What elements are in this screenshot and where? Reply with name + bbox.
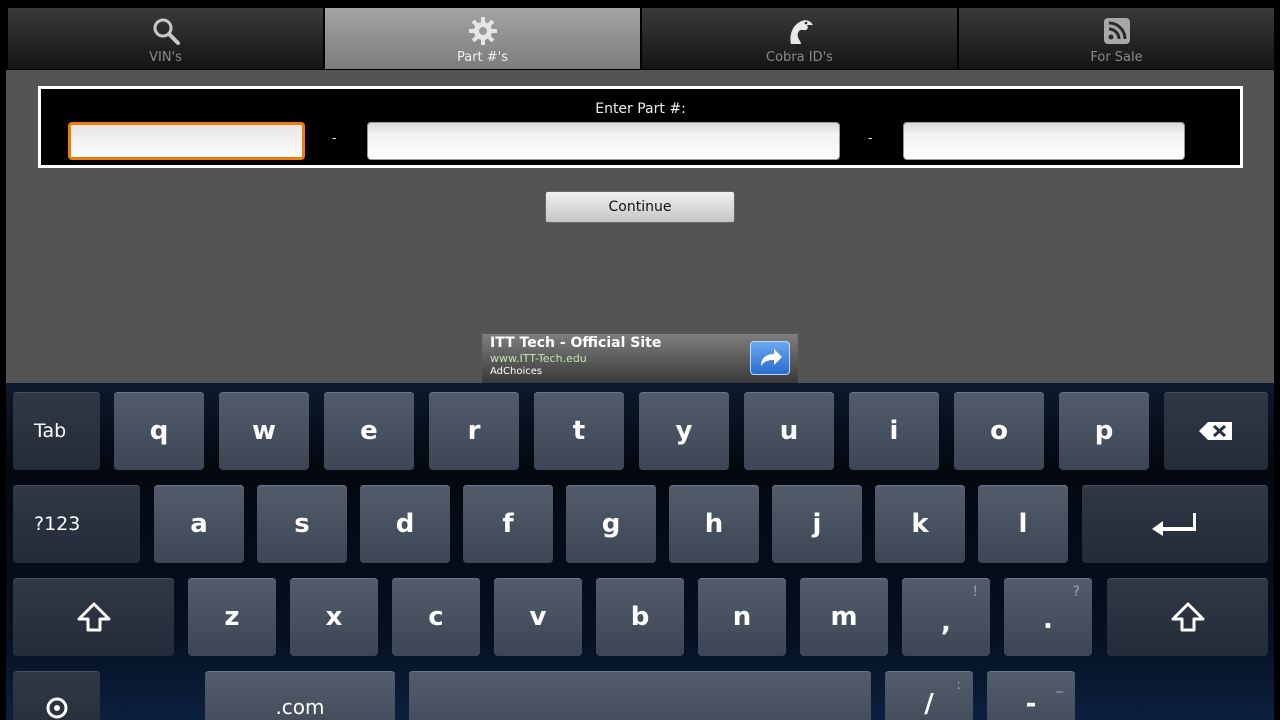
key-s[interactable]: s [257, 485, 347, 563]
main-content: Enter Part #: - - Continue ITT Tech - Of… [6, 70, 1274, 383]
separator-dash: - [868, 131, 873, 145]
key-slash-label: / [924, 689, 934, 719]
key-r[interactable]: r [429, 392, 519, 470]
key-j[interactable]: j [772, 485, 862, 563]
key-e[interactable]: e [324, 392, 414, 470]
key-symbols[interactable]: ?123 [13, 485, 140, 563]
tab-label: Cobra ID's [766, 50, 833, 65]
key-settings[interactable] [13, 671, 100, 720]
search-icon [153, 18, 180, 45]
key-shift-left[interactable] [13, 578, 174, 656]
tab-label: For Sale [1090, 50, 1143, 65]
key-i[interactable]: i [849, 392, 939, 470]
continue-button[interactable]: Continue [545, 191, 735, 223]
entry-label: Enter Part #: [595, 101, 686, 117]
key-slash-hint: : [956, 677, 961, 693]
key-dash-label: - [1025, 689, 1037, 719]
key-tab[interactable]: Tab [13, 392, 100, 470]
part-number-field-1[interactable] [68, 122, 305, 160]
ad-open-button[interactable] [750, 341, 790, 375]
key-f[interactable]: f [463, 485, 553, 563]
ad-url: www.ITT-Tech.edu [490, 352, 587, 365]
key-x[interactable]: x [290, 578, 378, 656]
key-m[interactable]: m [800, 578, 888, 656]
key-g[interactable]: g [566, 485, 656, 563]
key-z[interactable]: z [188, 578, 276, 656]
key-period-label: . [1043, 605, 1053, 635]
key-period[interactable]: . ? [1004, 578, 1092, 656]
key-h[interactable]: h [669, 485, 759, 563]
ad-choices-link[interactable]: AdChoices [490, 366, 542, 377]
key-o[interactable]: o [954, 392, 1044, 470]
key-l[interactable]: l [978, 485, 1068, 563]
shift-icon [1171, 602, 1204, 632]
key-n[interactable]: n [698, 578, 786, 656]
key-slash[interactable]: / : [885, 671, 973, 720]
key-p[interactable]: p [1059, 392, 1149, 470]
gear-icon [468, 17, 497, 45]
tab-label: VIN's [149, 50, 182, 65]
backspace-icon [1199, 422, 1232, 440]
share-arrow-icon [761, 349, 782, 366]
tab-for-sale[interactable]: For Sale [959, 8, 1274, 69]
key-d[interactable]: d [360, 485, 450, 563]
key-enter[interactable] [1082, 485, 1268, 563]
key-dash[interactable]: - _ [987, 671, 1075, 720]
key-a[interactable]: a [154, 485, 244, 563]
on-screen-keyboard: Tab q w e r t y u i o p ?123 a s d f g h… [6, 383, 1274, 720]
key-comma[interactable]: , ! [902, 578, 990, 656]
key-dash-hint: _ [1056, 677, 1063, 693]
ad-title: ITT Tech - Official Site [490, 335, 662, 351]
part-number-entry-panel: Enter Part #: - - [38, 86, 1243, 168]
key-u[interactable]: u [744, 392, 834, 470]
shift-icon [77, 602, 110, 632]
key-period-hint: ? [1072, 584, 1080, 600]
tab-label: Part #'s [456, 50, 509, 65]
tab-cobra-ids[interactable]: Cobra ID's [642, 8, 959, 69]
key-comma-label: , [941, 608, 951, 638]
part-number-field-3[interactable] [903, 122, 1185, 160]
key-t[interactable]: t [534, 392, 624, 470]
enter-arrow-icon [1152, 513, 1196, 536]
key-c[interactable]: c [392, 578, 480, 656]
key-comma-hint: ! [972, 584, 978, 600]
key-q[interactable]: q [114, 392, 204, 470]
key-backspace[interactable] [1164, 392, 1268, 470]
key-y[interactable]: y [639, 392, 729, 470]
tab-part-numbers[interactable]: Part #'s [325, 8, 642, 69]
cobra-icon [789, 20, 813, 44]
tab-vins[interactable]: VIN's [8, 8, 325, 69]
settings-icon [46, 697, 67, 719]
key-b[interactable]: b [596, 578, 684, 656]
ad-banner[interactable]: ITT Tech - Official Site www.ITT-Tech.ed… [482, 334, 798, 383]
part-number-field-2[interactable] [367, 122, 840, 160]
key-v[interactable]: v [494, 578, 582, 656]
key-space[interactable] [409, 671, 871, 720]
key-shift-right[interactable] [1107, 578, 1268, 656]
key-dotcom[interactable]: .com [205, 671, 395, 720]
tab-bar: VIN's Part #'s Cobra ID's For Sale [0, 0, 1280, 70]
rss-feed-icon [1103, 18, 1130, 44]
separator-dash: - [332, 131, 337, 145]
key-k[interactable]: k [875, 485, 965, 563]
key-w[interactable]: w [219, 392, 309, 470]
